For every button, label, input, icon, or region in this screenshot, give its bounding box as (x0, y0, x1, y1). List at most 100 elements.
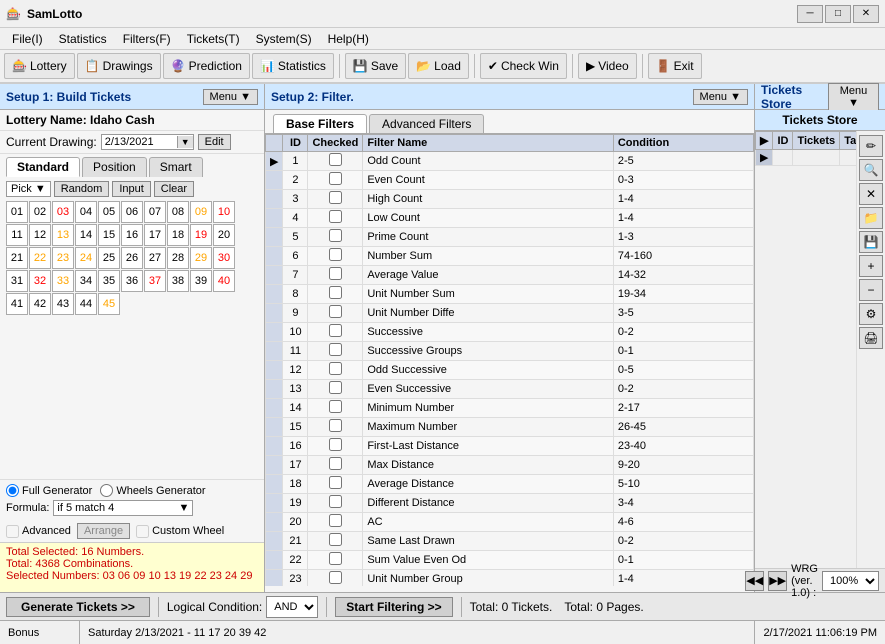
number-cell-42[interactable]: 42 (29, 293, 51, 315)
filter-checkbox-cell[interactable] (308, 266, 363, 285)
tab-advanced-filters[interactable]: Advanced Filters (369, 114, 484, 133)
table-row[interactable]: 22 Sum Value Even Od 0-1 (266, 551, 754, 570)
filter-checkbox[interactable] (329, 191, 342, 204)
filter-checkbox[interactable] (329, 210, 342, 223)
table-row[interactable]: 4 Low Count 1-4 (266, 209, 754, 228)
arrange-btn[interactable]: Arrange (77, 523, 130, 539)
number-cell-15[interactable]: 15 (98, 224, 120, 246)
filter-checkbox-cell[interactable] (308, 570, 363, 587)
lottery-btn[interactable]: 🎰 Lottery (4, 53, 75, 79)
number-cell-34[interactable]: 34 (75, 270, 97, 292)
number-cell-14[interactable]: 14 (75, 224, 97, 246)
number-cell-45[interactable]: 45 (98, 293, 120, 315)
table-row[interactable]: 15 Maximum Number 26-45 (266, 418, 754, 437)
video-btn[interactable]: ▶ Video (578, 53, 637, 79)
zoom-select[interactable]: 100% 50% 75% 125% 150% (822, 571, 879, 591)
filter-checkbox[interactable] (329, 362, 342, 375)
table-row[interactable]: 3 High Count 1-4 (266, 190, 754, 209)
filter-checkbox[interactable] (329, 343, 342, 356)
table-row[interactable]: 16 First-Last Distance 23-40 (266, 437, 754, 456)
number-cell-17[interactable]: 17 (144, 224, 166, 246)
statistics-btn[interactable]: 📊 Statistics (252, 53, 334, 79)
nav-next-btn[interactable]: ▶▶ (768, 571, 787, 591)
clear-btn[interactable]: Clear (154, 181, 194, 197)
table-row[interactable]: 21 Same Last Drawn 0-2 (266, 532, 754, 551)
table-row[interactable]: 18 Average Distance 5-10 (266, 475, 754, 494)
input-btn[interactable]: Input (112, 181, 150, 197)
wheels-generator-radio[interactable]: Wheels Generator (100, 484, 205, 497)
menu-tickets[interactable]: Tickets(T) (179, 30, 248, 47)
tab-base-filters[interactable]: Base Filters (273, 114, 367, 133)
table-row[interactable]: 7 Average Value 14-32 (266, 266, 754, 285)
menu-system[interactable]: System(S) (248, 30, 320, 47)
exit-btn[interactable]: 🚪 Exit (648, 53, 702, 79)
tool-edit-btn[interactable]: ✏ (859, 135, 883, 157)
tool-folder-btn[interactable]: 📁 (859, 207, 883, 229)
number-cell-38[interactable]: 38 (167, 270, 189, 292)
advanced-check[interactable]: Advanced (6, 525, 71, 538)
tab-standard[interactable]: Standard (6, 157, 80, 177)
number-cell-04[interactable]: 04 (75, 201, 97, 223)
filter-checkbox-cell[interactable] (308, 361, 363, 380)
tool-delete-btn[interactable]: ✕ (859, 183, 883, 205)
prediction-btn[interactable]: 🔮 Prediction (163, 53, 250, 79)
number-cell-23[interactable]: 23 (52, 247, 74, 269)
number-cell-33[interactable]: 33 (52, 270, 74, 292)
filter-checkbox[interactable] (329, 495, 342, 508)
filter-checkbox-cell[interactable] (308, 418, 363, 437)
filter-checkbox[interactable] (329, 248, 342, 261)
filter-checkbox-cell[interactable] (308, 171, 363, 190)
filter-checkbox-cell[interactable] (308, 513, 363, 532)
number-cell-36[interactable]: 36 (121, 270, 143, 292)
filter-checkbox[interactable] (329, 229, 342, 242)
filter-checkbox[interactable] (329, 571, 342, 584)
number-cell-03[interactable]: 03 (52, 201, 74, 223)
tool-add-btn[interactable]: + (859, 255, 883, 277)
filter-checkbox[interactable] (329, 533, 342, 546)
drawings-btn[interactable]: 📋 Drawings (77, 53, 161, 79)
filter-checkbox[interactable] (329, 324, 342, 337)
table-row[interactable]: 17 Max Distance 9-20 (266, 456, 754, 475)
filter-checkbox[interactable] (329, 305, 342, 318)
full-generator-radio[interactable]: Full Generator (6, 484, 92, 497)
filter-checkbox[interactable] (329, 438, 342, 451)
number-cell-19[interactable]: 19 (190, 224, 212, 246)
number-cell-07[interactable]: 07 (144, 201, 166, 223)
number-cell-16[interactable]: 16 (121, 224, 143, 246)
custom-wheel-check[interactable]: Custom Wheel (136, 525, 224, 538)
number-cell-35[interactable]: 35 (98, 270, 120, 292)
drawing-dropdown-arrow[interactable]: ▼ (177, 136, 193, 148)
filter-checkbox-cell[interactable] (308, 399, 363, 418)
number-cell-10[interactable]: 10 (213, 201, 235, 223)
number-cell-27[interactable]: 27 (144, 247, 166, 269)
table-row[interactable]: 8 Unit Number Sum 19-34 (266, 285, 754, 304)
number-cell-21[interactable]: 21 (6, 247, 28, 269)
filter-checkbox-cell[interactable] (308, 247, 363, 266)
filter-checkbox[interactable] (329, 400, 342, 413)
filter-checkbox[interactable] (329, 514, 342, 527)
filter-checkbox-cell[interactable] (308, 152, 363, 171)
filter-checkbox-cell[interactable] (308, 437, 363, 456)
tool-print-btn[interactable]: 🖨 (859, 327, 883, 349)
save-btn[interactable]: 💾 Save (345, 53, 406, 79)
drawing-combo[interactable]: ▼ (101, 134, 194, 150)
number-cell-24[interactable]: 24 (75, 247, 97, 269)
table-row[interactable]: 9 Unit Number Diffe 3-5 (266, 304, 754, 323)
tool-settings-btn[interactable]: ⚙ (859, 303, 883, 325)
filter-checkbox[interactable] (329, 267, 342, 280)
filter-checkbox-cell[interactable] (308, 494, 363, 513)
number-cell-29[interactable]: 29 (190, 247, 212, 269)
filter-checkbox[interactable] (329, 457, 342, 470)
formula-combo[interactable]: if 5 match 4 ▼ (53, 500, 193, 516)
number-cell-05[interactable]: 05 (98, 201, 120, 223)
number-cell-44[interactable]: 44 (75, 293, 97, 315)
close-btn[interactable]: ✕ (853, 5, 879, 23)
filter-checkbox-cell[interactable] (308, 475, 363, 494)
number-cell-08[interactable]: 08 (167, 201, 189, 223)
number-cell-43[interactable]: 43 (52, 293, 74, 315)
tool-remove-btn[interactable]: − (859, 279, 883, 301)
filter-checkbox-cell[interactable] (308, 532, 363, 551)
filter-checkbox-cell[interactable] (308, 304, 363, 323)
nav-prev-btn[interactable]: ◀◀ (745, 571, 764, 591)
number-cell-06[interactable]: 06 (121, 201, 143, 223)
